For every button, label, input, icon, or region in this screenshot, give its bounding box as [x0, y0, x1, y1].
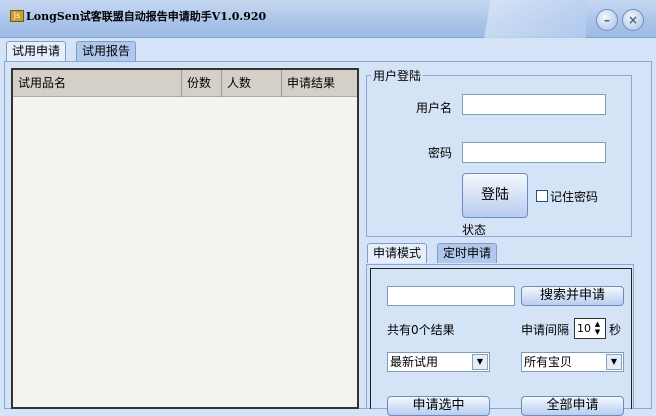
tab-trial-apply[interactable]: 试用申请	[6, 41, 67, 61]
interval-value: 10	[577, 322, 591, 335]
interval-label: 申请间隔	[521, 323, 570, 337]
tab-trial-report[interactable]: 试用报告	[76, 41, 137, 61]
interval-stepper[interactable]: 10 ▲ ▼	[574, 318, 606, 339]
remember-checkbox[interactable]	[536, 190, 548, 202]
username-label: 用户名	[416, 101, 453, 115]
apply-all-button[interactable]: 全部申请	[521, 396, 624, 416]
table-header: 试用品名 份数 人数 申请结果	[13, 70, 357, 97]
apply-selected-button[interactable]: 申请选中	[387, 396, 490, 416]
username-input[interactable]	[462, 94, 606, 115]
spin-arrows-icon[interactable]: ▲ ▼	[591, 320, 604, 337]
sort-select[interactable]: 最新试用 ▼	[387, 352, 490, 372]
chevron-down-icon[interactable]: ▼	[606, 354, 622, 370]
app-icon: Js	[10, 10, 24, 22]
tab-timed-apply[interactable]: 定时申请	[437, 243, 498, 263]
title-bar: Js LongSen试客联盟自动报告申请助手V1.0.920 – ×	[0, 0, 656, 38]
password-label: 密码	[428, 146, 453, 160]
chevron-down-icon[interactable]: ▼	[472, 354, 488, 370]
result-count: 共有0个结果	[387, 323, 455, 337]
login-button[interactable]: 登陆	[462, 173, 528, 218]
title-decoration	[446, 0, 586, 38]
col-result[interactable]: 申请结果	[282, 70, 357, 97]
sort-select-value: 最新试用	[390, 355, 439, 369]
search-input[interactable]	[387, 286, 515, 306]
trial-list-table[interactable]: 试用品名 份数 人数 申请结果	[11, 68, 359, 409]
search-apply-button[interactable]: 搜索并申请	[521, 286, 624, 306]
password-input[interactable]	[462, 142, 606, 163]
window-title: LongSen试客联盟自动报告申请助手V1.0.920	[26, 10, 267, 23]
minimize-button[interactable]: –	[596, 9, 618, 31]
col-copies[interactable]: 份数	[182, 70, 222, 97]
col-name[interactable]: 试用品名	[13, 70, 182, 97]
close-button[interactable]: ×	[622, 9, 644, 31]
remember-label: 记住密码	[550, 190, 599, 204]
login-legend: 用户登陆	[373, 69, 422, 83]
tab-apply-mode[interactable]: 申请模式	[367, 243, 428, 263]
category-select-value: 所有宝贝	[524, 355, 573, 369]
interval-unit: 秒	[609, 323, 622, 337]
status-label: 状态	[462, 223, 487, 237]
category-select[interactable]: 所有宝贝 ▼	[521, 352, 624, 372]
col-people[interactable]: 人数	[222, 70, 282, 97]
